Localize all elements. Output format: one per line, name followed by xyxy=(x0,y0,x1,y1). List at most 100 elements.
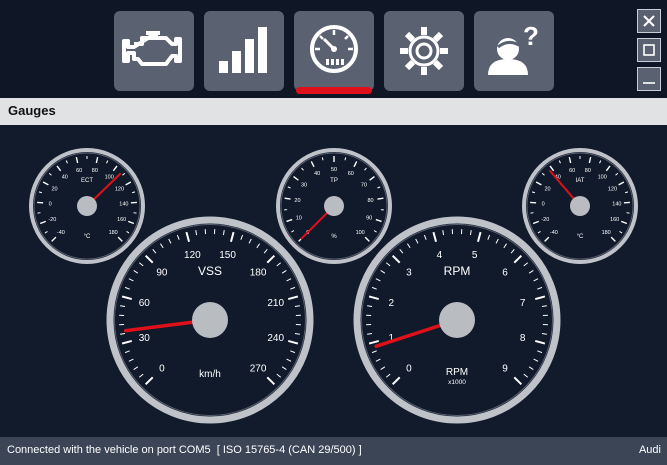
major-tick xyxy=(284,197,291,200)
tick-label: 240 xyxy=(267,333,284,344)
tick-label: 180 xyxy=(602,230,611,236)
tick-label: 4 xyxy=(437,250,443,261)
tick-label: 9 xyxy=(502,364,508,375)
gauge-unit: % xyxy=(331,234,337,240)
tick-label: 0 xyxy=(159,364,165,375)
speedometer-icon xyxy=(310,25,358,73)
tick-label: 30 xyxy=(139,333,151,344)
tick-label: 20 xyxy=(294,198,300,204)
tick-label: 2 xyxy=(389,298,395,309)
tick-label: 30 xyxy=(301,182,307,188)
gauge-hub xyxy=(570,196,590,216)
gauge-unit: km/h xyxy=(199,369,221,380)
gauge-rpm: 01234 56789RPMRPMx1000 xyxy=(353,216,561,424)
tick-label: -40 xyxy=(57,230,65,236)
tick-label: 60 xyxy=(569,168,575,174)
tick-label: 100 xyxy=(356,230,365,236)
tick-label: 210 xyxy=(267,298,284,309)
tick-label: -40 xyxy=(550,230,558,236)
toolbar: ? xyxy=(0,0,667,98)
tick-label: -20 xyxy=(48,217,56,223)
major-tick xyxy=(377,197,384,200)
tick-label: 50 xyxy=(331,167,337,173)
help-user-icon: ? xyxy=(488,21,539,75)
vehicle-brand: Audi xyxy=(638,444,661,456)
tick-label: 70 xyxy=(361,182,367,188)
gauges-canvas: -40-20020406080100120140160180ECT°C01020… xyxy=(29,148,638,424)
gauge-iat: -40-200204060 80100120140160180IAT°C xyxy=(522,148,638,264)
gauge-hub xyxy=(192,302,228,338)
settings-button[interactable] xyxy=(384,11,464,91)
tick-label: 100 xyxy=(598,174,607,180)
tick-label: 140 xyxy=(612,201,621,207)
gauge-hub xyxy=(439,302,475,338)
tick-label: 80 xyxy=(367,198,373,204)
close-icon xyxy=(643,15,655,27)
minimize-icon xyxy=(643,82,655,84)
tick-label: 40 xyxy=(62,174,68,180)
gauge-hub xyxy=(324,196,344,216)
gauge-hub xyxy=(77,196,97,216)
gauge-label: IAT xyxy=(576,178,585,184)
tick-label: 60 xyxy=(139,298,151,309)
status-bar: Connected with the vehicle on port COM5 … xyxy=(0,437,667,465)
header-bar: Gauges xyxy=(0,98,667,125)
tick-label: 90 xyxy=(366,215,372,221)
tick-label: 160 xyxy=(117,217,126,223)
gear-icon xyxy=(400,27,448,75)
tick-label: 8 xyxy=(520,333,526,344)
gauge-unit: °C xyxy=(577,234,584,240)
tick-label: 10 xyxy=(296,215,302,221)
engine-diagnostics-button[interactable] xyxy=(114,11,194,91)
tick-label: 40 xyxy=(314,171,320,177)
tick-label: 0 xyxy=(542,201,545,207)
tick-label: 80 xyxy=(585,168,591,174)
connection-status: Connected with the vehicle on port COM5 … xyxy=(7,444,362,456)
tick-label: 3 xyxy=(406,267,412,278)
tick-label: 6 xyxy=(502,267,508,278)
gauge-tp: 0102030405060708090100TP% xyxy=(276,148,392,264)
signal-bars-icon xyxy=(219,27,267,73)
tick-label: 150 xyxy=(219,250,236,261)
tick-label: 180 xyxy=(250,267,267,278)
minor-tick xyxy=(321,157,324,161)
page-title: Gauges xyxy=(8,103,56,118)
tick-label: 5 xyxy=(472,250,478,261)
gauge-unit: °C xyxy=(84,234,91,240)
tick-label: 90 xyxy=(156,267,168,278)
tick-label: 60 xyxy=(76,168,82,174)
tick-label: 160 xyxy=(610,217,619,223)
minimize-button[interactable] xyxy=(637,67,661,91)
help-button[interactable]: ? xyxy=(474,11,554,91)
tick-label: 60 xyxy=(348,171,354,177)
maximize-icon xyxy=(643,44,655,56)
gauge-unit-sub: x1000 xyxy=(448,379,466,386)
gauge-vss: 0 30 60 90 120 150 180 210 240 270 VSS km/h xyxy=(106,216,314,424)
minor-tick xyxy=(344,157,347,161)
live-data-button[interactable] xyxy=(204,11,284,91)
tick-label: 180 xyxy=(109,230,118,236)
tick-label: 120 xyxy=(184,250,201,261)
gauges-button[interactable] xyxy=(294,11,374,94)
gauge-unit: RPM xyxy=(446,367,468,378)
tick-label: 20 xyxy=(544,186,550,192)
maximize-button[interactable] xyxy=(637,38,661,62)
gauge-label: RPM xyxy=(444,264,471,278)
gauges-panel: -40-20020406080100120140160180ECT°C01020… xyxy=(0,125,667,437)
tick-label: 7 xyxy=(520,298,526,309)
tick-label: 0 xyxy=(406,364,412,375)
close-button[interactable] xyxy=(637,9,661,33)
tick-label: 0 xyxy=(49,201,52,207)
tick-label: 100 xyxy=(105,174,114,180)
tick-label: 120 xyxy=(608,186,617,192)
engine-icon xyxy=(122,31,182,66)
tick-label: 20 xyxy=(51,186,57,192)
tick-label: 270 xyxy=(250,364,267,375)
svg-text:?: ? xyxy=(523,21,539,51)
gauge-ect: -40 -20 0 20 40 60 80 100120 140 160 180 ECT °C xyxy=(29,148,145,264)
tick-label: 120 xyxy=(115,186,124,192)
gauge-label: VSS xyxy=(198,264,222,278)
gauge-label: ECT xyxy=(81,178,93,184)
tick-label: -20 xyxy=(541,217,549,223)
tick-label: 140 xyxy=(119,201,128,207)
